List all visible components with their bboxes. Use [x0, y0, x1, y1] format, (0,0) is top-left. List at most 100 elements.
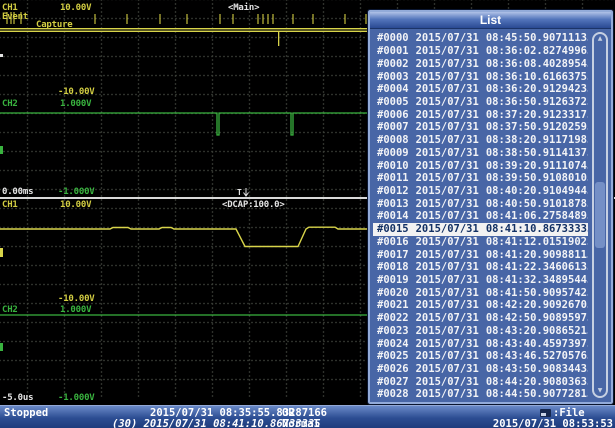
- list-row-date: 2015/07/31: [415, 210, 479, 223]
- list-row[interactable]: #0004 2015/07/31 08:36:20.91294235: [373, 83, 588, 96]
- event-row-label: Event: [2, 12, 29, 22]
- list-row-time: 08:36:10.61663755: [485, 70, 588, 83]
- list-row-time: 08:40:50.91018785: [485, 197, 588, 210]
- list-row[interactable]: #0022 2015/07/31 08:42:50.90895975: [373, 312, 588, 325]
- acquisition-state: Stopped: [4, 407, 49, 419]
- list-row-date: 2015/07/31: [415, 324, 479, 337]
- list-row[interactable]: #0025 2015/07/31 08:43:46.52705765: [373, 350, 588, 363]
- list-row-id: #0027: [377, 375, 409, 388]
- list-row[interactable]: #0027 2015/07/31 08:44:20.90803635: [373, 375, 588, 388]
- list-row-id: #0011: [377, 172, 409, 185]
- scroll-up-icon[interactable]: ▲: [594, 35, 606, 43]
- upper-time-offset: 0.00ms: [2, 187, 34, 197]
- list-row-date: 2015/07/31: [415, 261, 479, 274]
- list-row-id: #0010: [377, 159, 409, 172]
- list-row-time: 08:41:10.86733335: [485, 223, 588, 236]
- ch1-position-marker: [0, 248, 3, 257]
- list-row-date: 2015/07/31: [415, 388, 479, 398]
- list-row-id: #0025: [377, 350, 409, 363]
- list-row[interactable]: #0002 2015/07/31 08:36:08.40289545: [373, 57, 588, 70]
- list-row-id: #0024: [377, 337, 409, 350]
- file-device-icon: [540, 409, 551, 417]
- list-row[interactable]: #0021 2015/07/31 08:42:20.90926705: [373, 299, 588, 312]
- list-row-id: #0004: [377, 83, 409, 96]
- list-row-time: 08:36:20.91294235: [485, 83, 588, 96]
- list-row[interactable]: #0024 2015/07/31 08:43:40.45973975: [373, 337, 588, 350]
- list-row-date: 2015/07/31: [415, 32, 479, 45]
- list-row-date: 2015/07/31: [415, 146, 479, 159]
- list-row[interactable]: #0010 2015/07/31 08:39:20.91110745: [373, 159, 588, 172]
- capture-list-dialog: List #0000 2015/07/31 08:45:50.90711135 …: [367, 9, 614, 405]
- list-row-time: 08:41:06.27584895: [485, 210, 588, 223]
- list-row-time: 08:44:50.90772815: [485, 388, 588, 398]
- list-row-time: 08:41:12.01519025: [485, 235, 588, 248]
- trigger-t-label: T: [237, 188, 242, 197]
- list-row-id: #0017: [377, 248, 409, 261]
- list-row[interactable]: #0003 2015/07/31 08:36:10.61663755: [373, 70, 588, 83]
- overview-ch1-scale: 10.00V: [60, 3, 92, 13]
- list-scrollbar[interactable]: ▲ ▼: [592, 32, 608, 398]
- scroll-thumb[interactable]: [595, 182, 605, 248]
- list-row-date: 2015/07/31: [415, 375, 479, 388]
- list-row-date: 2015/07/31: [415, 95, 479, 108]
- list-row-date: 2015/07/31: [415, 350, 479, 363]
- zero-position-marker: [0, 54, 3, 57]
- list-row-time: 08:37:50.91202595: [485, 121, 588, 134]
- list-row-time: 08:36:02.82749965: [485, 45, 588, 58]
- list-row[interactable]: #0028 2015/07/31 08:44:50.90772815: [373, 388, 588, 398]
- list-rows: #0000 2015/07/31 08:45:50.90711135 #0001…: [373, 32, 588, 398]
- list-row-date: 2015/07/31: [415, 184, 479, 197]
- list-row[interactable]: #0020 2015/07/31 08:41:50.90957425: [373, 286, 588, 299]
- list-row-id: #0018: [377, 261, 409, 274]
- list-row-time: 08:43:50.90834435: [485, 363, 588, 376]
- list-row-id: #0021: [377, 299, 409, 312]
- list-row[interactable]: #0026 2015/07/31 08:43:50.90834435: [373, 363, 588, 376]
- list-row-time: 08:44:20.90803635: [485, 375, 588, 388]
- list-row[interactable]: #0018 2015/07/31 08:41:22.34606135: [373, 261, 588, 274]
- list-row-time: 08:41:22.34606135: [485, 261, 588, 274]
- list-row-date: 2015/07/31: [415, 312, 479, 325]
- list-row[interactable]: #0019 2015/07/31 08:41:32.34895445: [373, 274, 588, 287]
- list-row-date: 2015/07/31: [415, 134, 479, 147]
- list-row[interactable]: #0001 2015/07/31 08:36:02.82749965: [373, 45, 588, 58]
- list-row-time: 08:43:40.45973975: [485, 337, 588, 350]
- list-row[interactable]: #0023 2015/07/31 08:43:20.90865215: [373, 325, 588, 338]
- list-row[interactable]: #0011 2015/07/31 08:39:50.91080105: [373, 172, 588, 185]
- list-row-date: 2015/07/31: [415, 363, 479, 376]
- status-bar: Stopped 2015/07/31 08:35:55.83287166 OR …: [0, 405, 615, 428]
- list-row[interactable]: #0005 2015/07/31 08:36:50.91263725: [373, 96, 588, 109]
- list-row[interactable]: #0000 2015/07/31 08:45:50.90711135: [373, 32, 588, 45]
- list-row-time: 08:37:20.91233175: [485, 108, 588, 121]
- scroll-down-icon[interactable]: ▼: [594, 387, 606, 395]
- list-row[interactable]: #0012 2015/07/31 08:40:20.91049445: [373, 185, 588, 198]
- list-row[interactable]: #0016 2015/07/31 08:41:12.01519025: [373, 236, 588, 249]
- list-row-time: 08:41:32.34895445: [485, 274, 588, 287]
- list-row-date: 2015/07/31: [415, 274, 479, 287]
- list-row[interactable]: #0007 2015/07/31 08:37:50.91202595: [373, 121, 588, 134]
- list-row[interactable]: #0006 2015/07/31 08:37:20.91233175: [373, 108, 588, 121]
- list-row-id: #0023: [377, 324, 409, 337]
- list-row[interactable]: #0013 2015/07/31 08:40:50.91018785: [373, 197, 588, 210]
- list-row[interactable]: #0009 2015/07/31 08:38:50.91141375: [373, 146, 588, 159]
- list-row[interactable]: #0017 2015/07/31 08:41:20.90988115: [373, 248, 588, 261]
- list-row-time: 08:40:20.91049445: [485, 184, 588, 197]
- list-row-date: 2015/07/31: [415, 197, 479, 210]
- ch2-position-marker-upper: [0, 146, 3, 154]
- list-row-id: #0009: [377, 146, 409, 159]
- list-row[interactable]: #0015 2015/07/31 08:41:10.86733335: [373, 222, 588, 236]
- lower-ch2-scale: 1.000V: [60, 305, 92, 315]
- list-row[interactable]: #0014 2015/07/31 08:41:06.27584895: [373, 210, 588, 223]
- trigger-mode: Normal: [282, 418, 320, 428]
- dialog-title-bar: List: [370, 12, 611, 29]
- list-row-time: 08:39:20.91110745: [485, 159, 588, 172]
- clock: 2015/07/31 08:53:53: [492, 418, 613, 428]
- upper-ch2-label: CH2: [2, 99, 18, 109]
- list-row-time: 08:41:50.90957425: [485, 286, 588, 299]
- ch2-position-marker-lower: [0, 343, 3, 351]
- list-row-time: 08:42:20.90926705: [485, 299, 588, 312]
- list-row-time: 08:43:20.90865215: [485, 324, 588, 337]
- list-row[interactable]: #0008 2015/07/31 08:38:20.91171985: [373, 134, 588, 147]
- dcap-label: <DCAP:100.0>: [222, 200, 285, 210]
- capture-overview-pulse: [278, 31, 280, 46]
- lower-ch2-neg-scale: -1.000V: [58, 393, 95, 403]
